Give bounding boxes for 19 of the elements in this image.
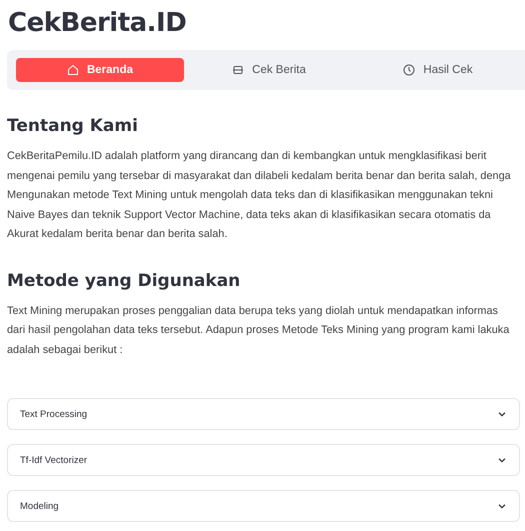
clock-icon (403, 64, 416, 76)
section-heading: Metode yang Digunakan (7, 270, 242, 290)
app-title: CekBerita.ID (8, 8, 188, 38)
paragraph-line: mengenai pemilu yang tersebar di masyarakat dan dilabeli kedalam berita benar dan berita salah, denga (7, 168, 512, 184)
paragraph-line: CekBeritaPemilu.ID adalah platform yang dirancang dan di kembangkan untuk mengklasifikasi berit (7, 149, 488, 164)
accordion-header[interactable]: Tf-Idf Vectorizer (7, 444, 520, 476)
section-heading: Tentang Kami (7, 116, 139, 136)
paragraph-line: Mengunakan metode Text Mining untuk mengolah data teks dan di klasifikasikan menggunakan tekni (7, 188, 494, 203)
nav-tab[interactable]: Cek Berita (185, 58, 353, 82)
accordion-header[interactable]: Text Processing (7, 398, 520, 430)
paragraph-line: adalah sebagai berikut : (7, 342, 124, 358)
nav-tab[interactable]: Hasil Cek (354, 58, 522, 82)
paragraph-line: dari hasil pengolahan data teks tersebut. Adapun proses Metode Teks Mining yang program kami lakuka (7, 323, 510, 338)
accordion-header[interactable]: Modeling (7, 490, 520, 522)
paragraph-line: Text Mining merupakan proses penggalian data berupa teks yang diolah untuk mendapatkan informas (7, 304, 499, 318)
card-icon (232, 64, 244, 76)
paragraph-line: Akurat kedalam berita benar dan berita salah. (7, 227, 228, 242)
home-icon (66, 64, 79, 76)
paragraph-line: Naive Bayes dan teknik Support Vector Machine, data teks akan di klasifikasikan secara otomatis da (7, 208, 492, 222)
